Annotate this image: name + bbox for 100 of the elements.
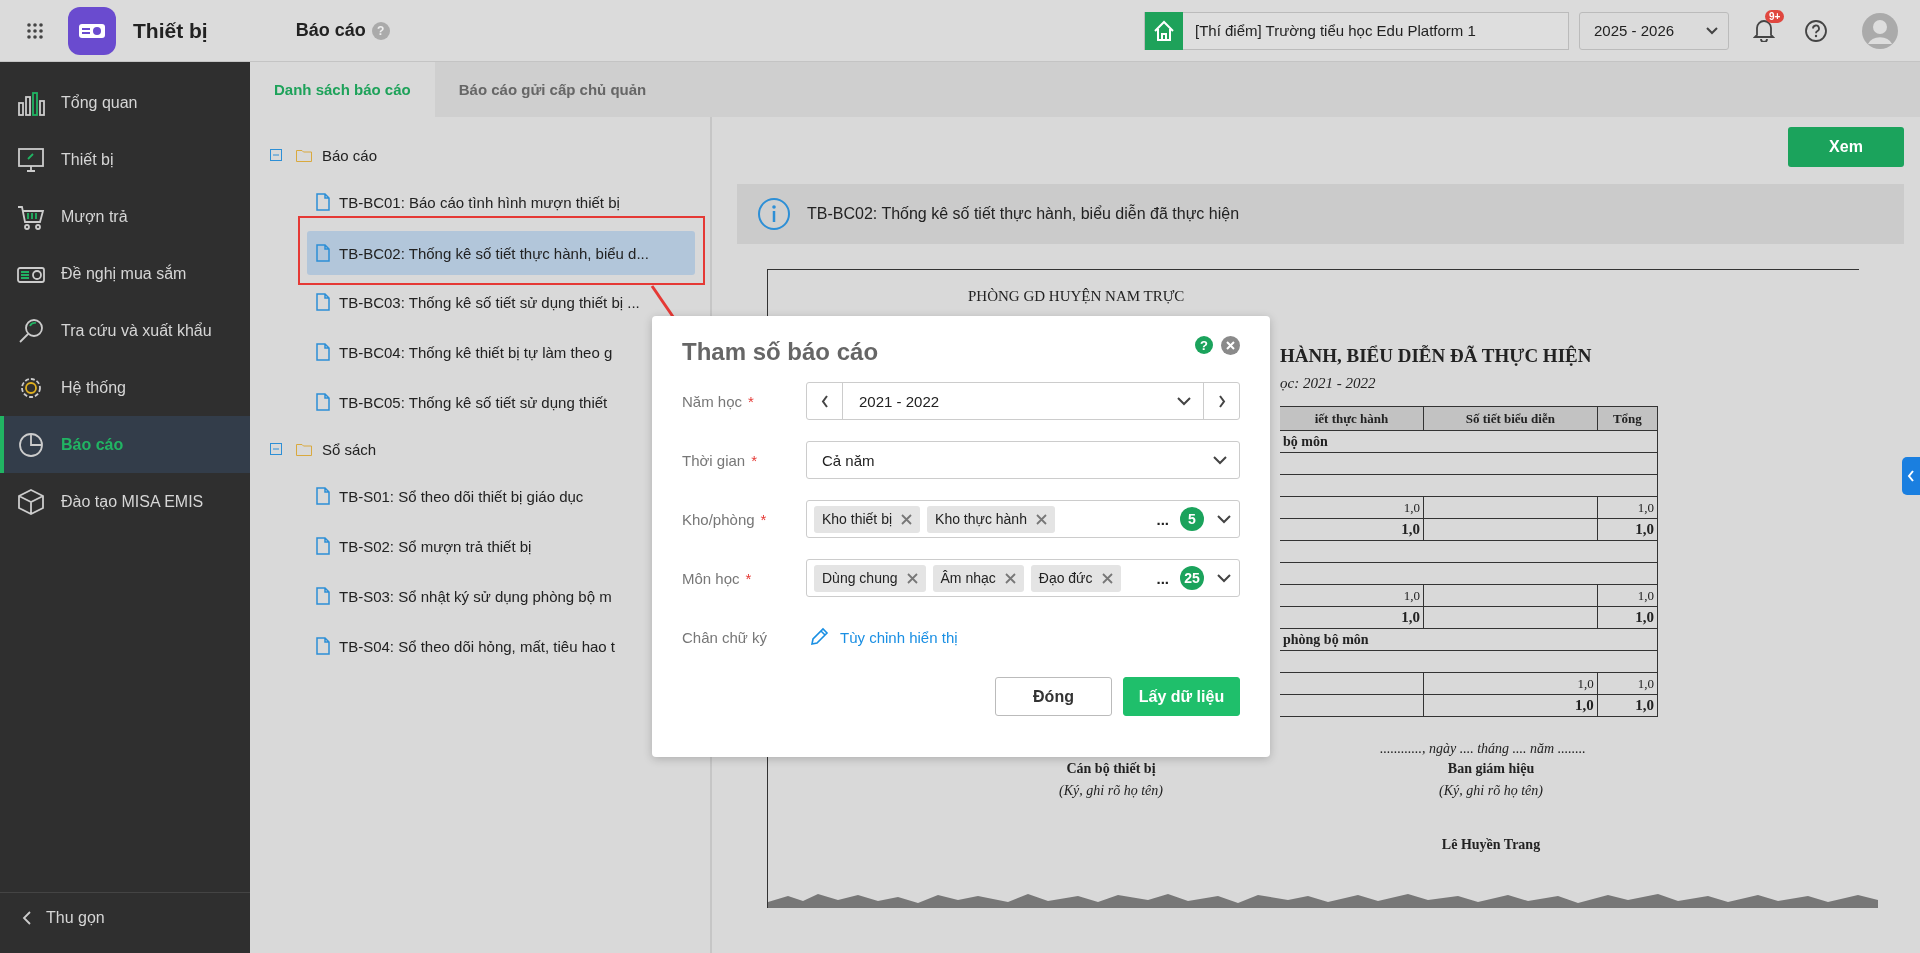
customize-link[interactable]: Tùy chỉnh hiển thị <box>840 628 958 646</box>
app-logo-icon <box>68 6 116 55</box>
field-label: Năm học * <box>682 392 755 410</box>
document-icon <box>316 587 330 605</box>
field-label: Thời gian * <box>682 451 759 469</box>
signer-role: Cán bộ thiết bị <box>1066 761 1156 777</box>
table-cell: 1,0 <box>1280 496 1424 519</box>
remove-icon[interactable] <box>901 513 913 525</box>
collapse-button[interactable]: Thu gọn <box>0 892 250 943</box>
signer-note: (Ký, ghi rõ họ tên) <box>1439 783 1543 799</box>
remove-icon[interactable] <box>1101 572 1113 584</box>
count-badge: 5 <box>1180 507 1204 531</box>
document-icon <box>316 193 330 211</box>
sidebar-item[interactable]: Tổng quan <box>0 74 250 131</box>
notification-badge: 9+ <box>1765 9 1785 23</box>
tag-chip[interactable]: Kho thực hành <box>927 505 1055 533</box>
tree-item[interactable]: TB-BC01: Báo cáo tình hình mượn thiết bị <box>307 177 695 227</box>
chevron-left-icon[interactable] <box>820 394 829 408</box>
app-name: Thiết bị <box>133 18 208 43</box>
remove-icon[interactable] <box>1035 513 1047 525</box>
close-button[interactable]: Đóng <box>995 677 1112 716</box>
folder-icon <box>296 442 312 456</box>
table-cell: 1,0 <box>1423 672 1598 695</box>
table-cell: 1,0 <box>1597 606 1658 629</box>
collapse-toggle-icon[interactable] <box>270 149 282 161</box>
field-label: Chân chữ ký <box>682 628 769 646</box>
table-header: Tổng <box>1597 406 1658 431</box>
period-select[interactable]: Cả năm <box>806 441 1240 479</box>
more-indicator: ... <box>1156 569 1169 587</box>
help-icon[interactable] <box>1804 18 1828 43</box>
sidebar-item[interactable]: Báo cáo <box>0 416 250 473</box>
signer-note: (Ký, ghi rõ họ tên) <box>1059 783 1163 799</box>
pie-icon <box>16 430 46 459</box>
sidebar-item[interactable]: Mượn trả <box>0 188 250 245</box>
chevron-down-icon <box>1213 455 1227 465</box>
table-cell: 1,0 <box>1597 694 1658 717</box>
report-department: PHÒNG GD HUYỆN NAM TRỰC <box>968 288 1186 305</box>
sidebar-item[interactable]: Thiết bị <box>0 131 250 188</box>
tab[interactable]: Báo cáo gửi cấp chủ quản <box>434 62 671 117</box>
document-icon <box>316 537 330 555</box>
tree-item[interactable]: TB-BC03: Thống kê số tiết sử dụng thiết bị ... <box>307 277 695 327</box>
table-cell: 1,0 <box>1423 694 1598 717</box>
field-label: Kho/phòng * <box>682 510 768 528</box>
chevron-down-icon <box>1217 573 1231 583</box>
multi-select[interactable]: Kho thiết bị Kho thực hành ... 5 <box>806 500 1240 538</box>
chevron-down-icon <box>1217 514 1231 524</box>
dialog-title: Tham số báo cáo <box>682 338 880 366</box>
table-cell: 1,0 <box>1597 672 1658 695</box>
year-selector[interactable]: 2025 - 2026 <box>1579 11 1729 50</box>
chevron-left-icon <box>1907 470 1915 482</box>
tag-chip[interactable]: Kho thiết bị <box>814 505 921 533</box>
document-icon <box>316 487 330 505</box>
folder-icon <box>296 148 312 162</box>
report-year: ọc: 2021 - 2022 <box>1280 375 1377 392</box>
table-cell: 1,0 <box>1280 518 1424 541</box>
table-cell: 1,0 <box>1597 496 1658 519</box>
apps-icon[interactable] <box>26 21 44 40</box>
table-cell: 1,0 <box>1280 606 1424 629</box>
tag-chip[interactable]: Âm nhạc <box>932 564 1024 592</box>
sidebar-item[interactable]: Đề nghị mua sắm <box>0 245 250 302</box>
sidebar-item[interactable]: Đào tạo MISA EMIS <box>0 473 250 530</box>
info-icon <box>757 197 791 231</box>
report-title: HÀNH, BIỂU DIỄN ĐÃ THỰC HIỆN <box>1280 345 1593 367</box>
side-panel-toggle[interactable] <box>1902 457 1920 495</box>
chevron-down-icon <box>1177 396 1191 406</box>
table-cell: 1,0 <box>1597 584 1658 607</box>
collapse-toggle-icon[interactable] <box>270 443 282 455</box>
remove-icon[interactable] <box>906 572 918 584</box>
close-icon[interactable] <box>1221 335 1240 355</box>
sidebar-item[interactable]: Tra cứu và xuất khẩu <box>0 302 250 359</box>
table-cell: 1,0 <box>1280 584 1424 607</box>
chevron-left-icon <box>22 910 32 926</box>
table-header: iết thực hành <box>1280 406 1424 431</box>
home-icon <box>1145 11 1183 50</box>
document-icon <box>316 293 330 311</box>
count-badge: 25 <box>1180 566 1204 590</box>
info-text: TB-BC02: Thống kê số tiết thực hành, biểu diễn đã thực hiện <box>807 205 1240 223</box>
more-indicator: ... <box>1156 510 1169 528</box>
multi-select[interactable]: Dùng chung Âm nhạc Đạo đức ... 25 <box>806 559 1240 597</box>
signer-role: Ban giám hiệu <box>1447 761 1535 777</box>
tag-chip[interactable]: Đạo đức <box>1030 564 1121 592</box>
group-cell: phòng bộ môn <box>1280 628 1658 651</box>
pencil-icon[interactable] <box>809 627 829 647</box>
document-icon <box>316 393 330 411</box>
document-icon <box>316 343 330 361</box>
table-header: Số tiết biểu diễn <box>1423 406 1598 431</box>
sidebar-item[interactable]: Hệ thống <box>0 359 250 416</box>
year-stepper[interactable]: 2021 - 2022 <box>806 382 1240 420</box>
monitor-icon <box>16 145 46 174</box>
date-line: ............, ngày .... tháng .... năm ........ <box>1380 741 1587 757</box>
chevron-right-icon[interactable] <box>1217 394 1226 408</box>
document-icon <box>316 244 330 262</box>
tag-chip[interactable]: Dùng chung <box>814 564 926 592</box>
cube-icon <box>16 487 46 516</box>
remove-icon[interactable] <box>1004 572 1016 584</box>
group-cell: bộ môn <box>1280 430 1658 453</box>
tree-item[interactable]: TB-BC02: Thống kê số tiết thực hành, biểu d... <box>307 231 695 275</box>
school-selector[interactable]: [Thí điểm] Trường tiểu học Edu Platform 1 <box>1144 11 1569 50</box>
page-title: Báo cáo <box>295 20 366 41</box>
tree-folder[interactable]: Báo cáo <box>250 133 710 177</box>
